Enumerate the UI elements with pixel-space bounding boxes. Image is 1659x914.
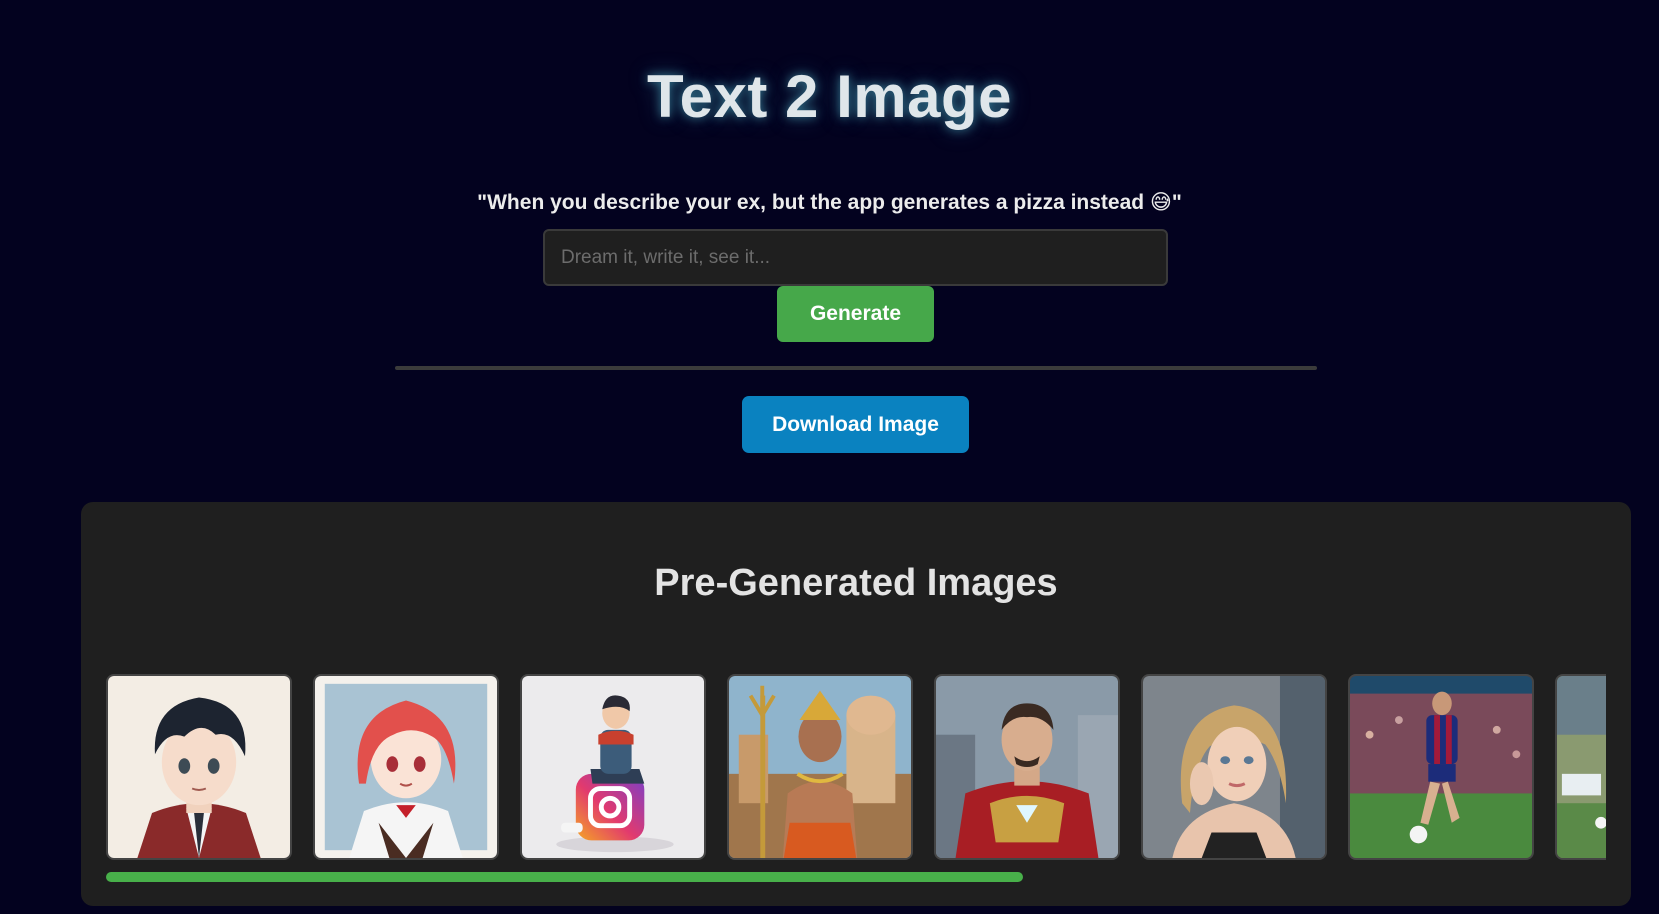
carousel-scrollbar[interactable]: [106, 872, 1606, 882]
gallery-image-football-action[interactable]: [1555, 674, 1606, 860]
gallery-image-iron-man[interactable]: [934, 674, 1120, 860]
gallery-image-blonde-woman[interactable]: [1141, 674, 1327, 860]
deity-image: [729, 676, 911, 858]
gallery-title: Pre-Generated Images: [654, 562, 1058, 604]
tagline-close-quote: ": [1171, 191, 1182, 214]
download-image-button[interactable]: Download Image: [742, 396, 969, 453]
gallery-image-instagram-boy[interactable]: [520, 674, 706, 860]
gallery-image-deity[interactable]: [727, 674, 913, 860]
instagram-boy-image: [522, 676, 704, 858]
football-player-image: [1350, 676, 1532, 858]
tagline: "When you describe your ex, but the app …: [0, 190, 1659, 215]
iron-man-image: [936, 676, 1118, 858]
sweat-smile-emoji-icon: 😅: [1149, 190, 1172, 214]
anime-boy-image: [108, 676, 290, 858]
page-title: Text 2 Image: [646, 63, 1013, 130]
blonde-woman-image: [1143, 676, 1325, 858]
football-action-image: [1557, 676, 1606, 858]
gallery-image-anime-boy[interactable]: [106, 674, 292, 860]
generate-button[interactable]: Generate: [777, 286, 934, 342]
pre-generated-gallery: Pre-Generated Images: [81, 502, 1631, 906]
image-carousel[interactable]: [106, 672, 1606, 862]
gallery-image-anime-girl[interactable]: [313, 674, 499, 860]
gallery-image-football-player[interactable]: [1348, 674, 1534, 860]
scrollbar-thumb[interactable]: [106, 872, 1023, 882]
divider: [395, 366, 1317, 370]
tagline-text: "When you describe your ex, but the app …: [477, 191, 1145, 214]
anime-girl-image: [315, 676, 497, 858]
prompt-input[interactable]: [543, 229, 1168, 286]
app-page: Text 2 Image "When you describe your ex,…: [0, 0, 1659, 914]
